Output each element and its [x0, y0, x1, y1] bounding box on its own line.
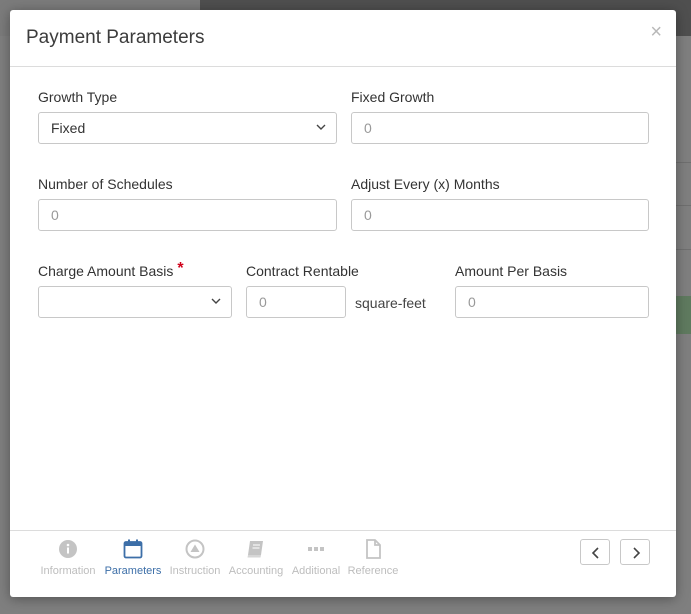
number-of-schedules-placeholder: 0 [51, 207, 59, 223]
number-of-schedules-label: Number of Schedules [38, 176, 173, 192]
next-button[interactable] [620, 539, 650, 565]
info-circle-icon [59, 540, 77, 558]
payment-parameters-modal: Payment Parameters × Growth Type Fixed F… [10, 10, 676, 597]
contract-rentable-unit: square-feet [355, 295, 426, 311]
adjust-every-months-label: Adjust Every (x) Months [351, 176, 500, 192]
background-divider [676, 162, 691, 163]
calendar-icon [123, 539, 143, 559]
amount-per-basis-input[interactable]: 0 [455, 286, 649, 318]
contract-rentable-label: Contract Rentable [246, 263, 359, 279]
modal-footer: Information Parameters Instruction Accou… [10, 530, 676, 597]
ellipsis-icon [308, 547, 324, 551]
charge-amount-basis-label-text: Charge Amount Basis [38, 263, 174, 279]
fixed-growth-label: Fixed Growth [351, 89, 435, 105]
chevron-left-icon [591, 547, 599, 559]
fixed-growth-placeholder: 0 [364, 120, 372, 136]
background-divider [676, 205, 691, 206]
previous-button[interactable] [580, 539, 610, 565]
tab-information-label: Information [40, 565, 96, 577]
tab-reference[interactable]: Reference [338, 537, 408, 577]
triangle-circle-icon [185, 539, 205, 559]
file-icon [366, 539, 381, 559]
modal-header: Payment Parameters × [10, 10, 676, 67]
modal-title: Payment Parameters [26, 27, 205, 48]
amount-per-basis-label: Amount Per Basis [455, 263, 568, 279]
tab-parameters-label: Parameters [104, 565, 162, 577]
growth-type-value: Fixed [51, 120, 86, 136]
chevron-right-icon [633, 547, 641, 559]
tab-reference-label: Reference [347, 565, 399, 577]
tab-information[interactable]: Information [33, 537, 103, 577]
fixed-growth-input[interactable]: 0 [351, 112, 649, 144]
background-status-bar [676, 296, 691, 334]
charge-amount-basis-select[interactable] [38, 286, 232, 318]
chevron-down-icon [316, 124, 326, 130]
contract-rentable-placeholder: 0 [259, 294, 267, 310]
tab-instruction-label: Instruction [169, 565, 221, 577]
growth-type-select[interactable]: Fixed [38, 112, 337, 144]
amount-per-basis-placeholder: 0 [468, 294, 476, 310]
close-button[interactable]: × [650, 22, 662, 42]
tab-parameters[interactable]: Parameters [98, 537, 168, 577]
charge-amount-basis-label: Charge Amount Basis * [38, 260, 184, 281]
background-divider [676, 249, 691, 250]
contract-rentable-input[interactable]: 0 [246, 286, 346, 318]
tab-instruction[interactable]: Instruction [160, 537, 230, 577]
number-of-schedules-input[interactable]: 0 [38, 199, 337, 231]
chevron-down-icon [211, 298, 221, 304]
required-indicator: * [177, 260, 184, 277]
adjust-every-months-input[interactable]: 0 [351, 199, 649, 231]
book-icon [247, 541, 263, 558]
growth-type-label: Growth Type [38, 89, 118, 105]
adjust-every-months-placeholder: 0 [364, 207, 372, 223]
